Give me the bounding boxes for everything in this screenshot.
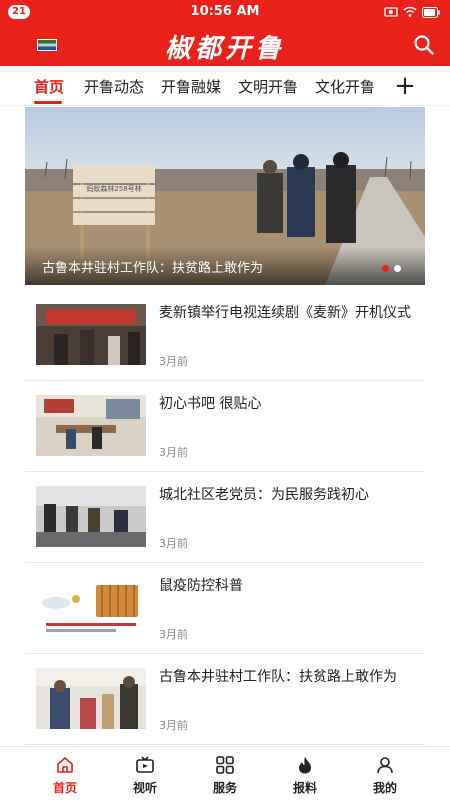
search-icon <box>414 35 434 55</box>
nav-label: 我的 <box>372 781 397 795</box>
nav-report[interactable]: 报料 <box>260 747 350 800</box>
wifi-icon <box>403 6 417 17</box>
tab-kailu-news[interactable]: 开鲁动态 <box>84 76 144 97</box>
nav-profile[interactable]: 我的 <box>340 747 430 800</box>
news-item[interactable]: 鼠疫防控科普 3月前 <box>25 563 425 654</box>
bottom-navigation: 首页 视听 服务 报料 我的 <box>0 746 450 800</box>
news-thumbnail <box>36 395 146 456</box>
category-tabs: 首页 开鲁动态 开鲁融媒 文明开鲁 文化开鲁 + <box>0 66 450 106</box>
nav-label: 报料 <box>292 781 317 795</box>
news-item[interactable]: 古鲁本井驻村工作队：扶贫路上敢作为 3月前 <box>25 654 425 745</box>
news-title: 城北社区老党员：为民服务践初心 <box>159 487 369 503</box>
user-icon <box>377 757 393 774</box>
battery-icon <box>422 6 440 18</box>
tab-home[interactable]: 首页 <box>34 76 64 97</box>
news-thumbnail <box>36 577 146 638</box>
tab-culture-kailu[interactable]: 文化开鲁 <box>315 76 375 97</box>
banner-sign-text: 蚂蚁森林258号林 <box>86 184 141 193</box>
fire-icon <box>299 757 311 774</box>
nav-home[interactable]: 首页 <box>20 747 110 800</box>
news-item[interactable]: 初心书吧 很贴心 3月前 <box>25 381 425 472</box>
home-icon <box>57 757 73 773</box>
clock: 10:56 AM <box>190 4 260 19</box>
search-button[interactable] <box>412 33 436 57</box>
nav-label: 服务 <box>212 781 237 795</box>
tab-kailu-media[interactable]: 开鲁融媒 <box>161 76 221 97</box>
app-header: 椒都开鲁 <box>0 24 450 66</box>
volte-icon <box>384 7 398 17</box>
nav-services[interactable]: 服务 <box>180 747 270 800</box>
add-tab-button[interactable]: + <box>393 71 417 101</box>
nav-label: 首页 <box>52 781 77 795</box>
tab-civilized-kailu[interactable]: 文明开鲁 <box>238 76 298 97</box>
banner-carousel[interactable]: 蚂蚁森林258号林 古鲁本井驻村工作队：扶贫路上敢作为 <box>25 107 425 285</box>
news-title: 麦新镇举行电视连续剧《麦新》开机仪式 <box>159 305 411 321</box>
grid-icon <box>216 756 234 774</box>
news-title: 初心书吧 很贴心 <box>159 396 262 412</box>
news-title: 鼠疫防控科普 <box>159 578 243 594</box>
carousel-dot-active[interactable] <box>382 265 389 272</box>
app-logo: 椒都开鲁 <box>164 34 285 64</box>
nav-label: 视听 <box>132 781 157 795</box>
carousel-dots <box>382 265 401 272</box>
news-time: 3月前 <box>159 446 188 459</box>
news-time: 3月前 <box>159 355 188 368</box>
nav-video[interactable]: 视听 <box>100 747 190 800</box>
banner-title[interactable]: 古鲁本井驻村工作队：扶贫路上敢作为 <box>42 257 263 276</box>
news-thumbnail <box>36 486 146 547</box>
news-thumbnail <box>36 668 146 729</box>
carousel-dot[interactable] <box>394 265 401 272</box>
news-time: 3月前 <box>159 719 188 732</box>
active-tab-indicator <box>34 101 62 104</box>
news-title: 古鲁本井驻村工作队：扶贫路上敢作为 <box>159 669 397 685</box>
banner-caption: 古鲁本井驻村工作队：扶贫路上敢作为 <box>25 247 425 285</box>
news-item[interactable]: 麦新镇举行电视连续剧《麦新》开机仪式 3月前 <box>25 290 425 381</box>
news-time: 3月前 <box>159 537 188 550</box>
news-thumbnail <box>36 304 146 365</box>
news-item[interactable]: 城北社区老党员：为民服务践初心 3月前 <box>25 472 425 563</box>
news-time: 3月前 <box>159 628 188 641</box>
status-bar: 21 10:56 AM <box>0 0 450 24</box>
tv-icon <box>136 756 154 773</box>
